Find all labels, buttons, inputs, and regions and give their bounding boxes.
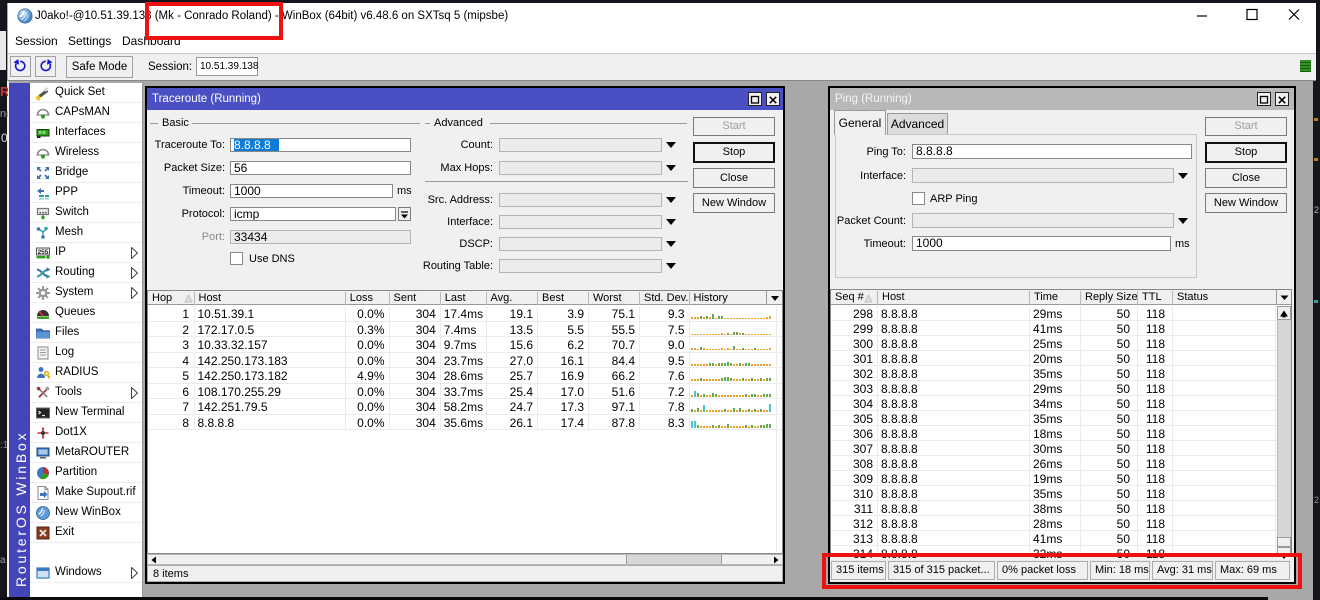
svg-text:255: 255 <box>38 249 49 256</box>
